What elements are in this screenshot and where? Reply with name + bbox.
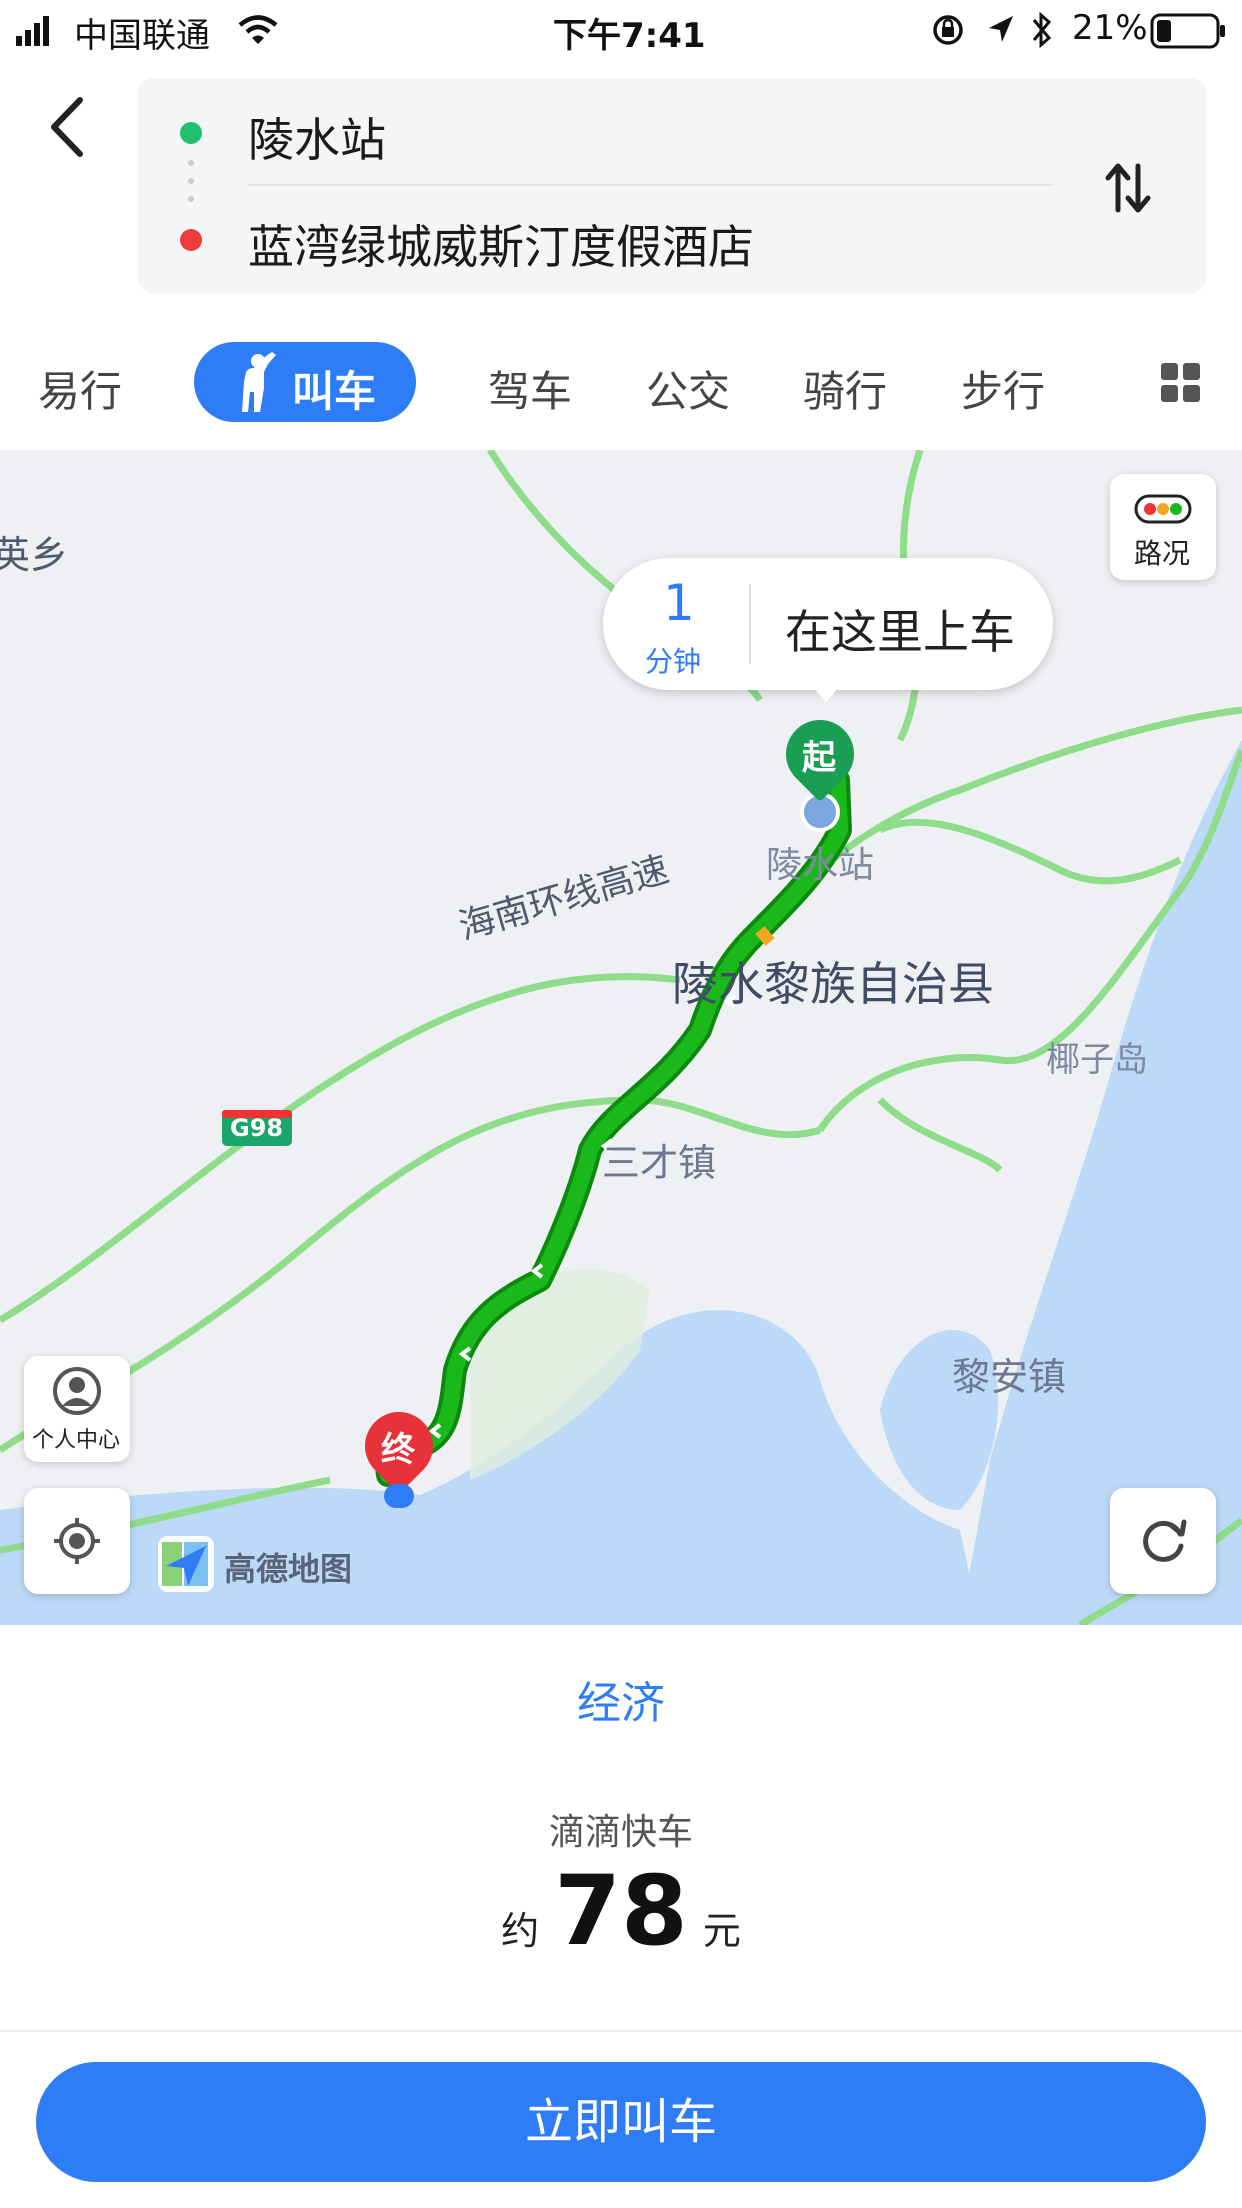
call-now-button[interactable]: 立即叫车 — [36, 2062, 1206, 2182]
traffic-label: 路况 — [1134, 537, 1191, 570]
user-avatar-icon — [53, 1367, 101, 1415]
bluetooth-icon — [1032, 11, 1052, 49]
map-label-station: 陵水站 — [766, 845, 875, 886]
connector-dot — [188, 160, 194, 166]
price-amount: 78 — [554, 1855, 688, 1967]
bubble-divider — [749, 584, 751, 664]
route-divider — [248, 184, 1053, 186]
pickup-eta-value: 1 — [663, 574, 695, 632]
location-arrow-icon — [989, 16, 1013, 42]
connector-dot — [188, 196, 194, 202]
back-chevron-icon[interactable] — [42, 92, 92, 162]
price-estimate: 约 78 元 — [0, 1855, 1242, 1967]
tab-bike[interactable]: 骑行 — [803, 358, 887, 419]
tab-hail-label: 叫车 — [292, 367, 377, 416]
origin-field[interactable]: 陵水站 — [248, 104, 386, 170]
connector-dot — [188, 178, 194, 184]
rotation-lock-icon — [933, 15, 963, 45]
carrier-label: 中国联通 — [74, 16, 210, 56]
locate-button[interactable] — [24, 1488, 130, 1594]
refresh-icon — [1143, 1519, 1187, 1562]
map-label-edge: 英乡 — [0, 533, 69, 577]
user-center-label: 个人中心 — [32, 1428, 121, 1453]
clock: 下午7:41 — [553, 16, 706, 56]
end-point — [384, 1484, 414, 1508]
map-label-county: 陵水黎族自治县 — [672, 957, 994, 1011]
user-center-button[interactable]: 个人中心 — [24, 1356, 130, 1462]
pickup-text: 在这里上车 — [785, 605, 1015, 659]
map-label-town: 三才镇 — [602, 1141, 717, 1185]
hail-person-icon — [242, 352, 276, 412]
end-marker-label: 终 — [381, 1430, 415, 1470]
pickup-eta-unit: 分钟 — [645, 645, 702, 678]
map-label-island: 椰子岛 — [1046, 1040, 1148, 1080]
map-label-town: 黎安镇 — [952, 1355, 1067, 1399]
traffic-slow-segment — [755, 926, 775, 946]
traffic-light-icon — [1134, 494, 1192, 524]
amap-logo — [158, 1536, 214, 1592]
tab-hail[interactable]: 叫车 — [194, 342, 416, 422]
signal-icon — [16, 16, 49, 46]
price-prefix: 约 — [501, 1909, 540, 1953]
pickup-bubble[interactable]: 1 分钟 在这里上车 — [603, 558, 1053, 690]
refresh-button[interactable] — [1110, 1488, 1216, 1594]
tab-transit[interactable]: 公交 — [646, 358, 730, 419]
price-unit: 元 — [702, 1909, 741, 1953]
mode-tabs: 易行 叫车 驾车 公交 骑行 步行 — [0, 330, 1242, 450]
origin-dot — [180, 122, 202, 144]
bubble-pointer — [812, 686, 840, 702]
tab-drive[interactable]: 驾车 — [488, 358, 572, 419]
swap-icon[interactable] — [1098, 158, 1158, 218]
destination-field[interactable]: 蓝湾绿城威斯汀度假酒店 — [248, 211, 754, 277]
crosshair-icon — [54, 1518, 100, 1564]
amap-logo-icon — [162, 1542, 208, 1586]
battery-icon — [1150, 13, 1225, 49]
more-grid-icon[interactable] — [1161, 363, 1201, 403]
tab-walk[interactable]: 步行 — [961, 358, 1045, 419]
battery-percent: 21% — [1072, 8, 1148, 48]
status-bar: 中国联通 下午7:41 21% — [0, 0, 1242, 64]
panel-divider — [0, 2030, 1242, 2032]
tab-yixing[interactable]: 易行 — [38, 358, 122, 419]
fare-category[interactable]: 经济 — [0, 1667, 1242, 1731]
road-shield-label: G98 — [230, 1114, 284, 1142]
fare-panel: 经济 滴滴快车 约 78 元 立即叫车 — [0, 1625, 1242, 2208]
amap-brand-label: 高德地图 — [224, 1550, 353, 1588]
destination-dot — [180, 229, 202, 251]
route-card[interactable]: 陵水站 蓝湾绿城威斯汀度假酒店 — [138, 78, 1206, 293]
service-name: 滴滴快车 — [548, 1812, 693, 1853]
traffic-button[interactable]: 路况 — [1110, 474, 1216, 580]
wifi-icon — [238, 15, 278, 44]
map-view[interactable]: 英乡 陵水站 海南环线高速 陵水黎族自治县 椰子岛 G98 三才镇 黎安镇 1 … — [0, 450, 1242, 1625]
start-marker-label: 起 — [802, 738, 836, 778]
